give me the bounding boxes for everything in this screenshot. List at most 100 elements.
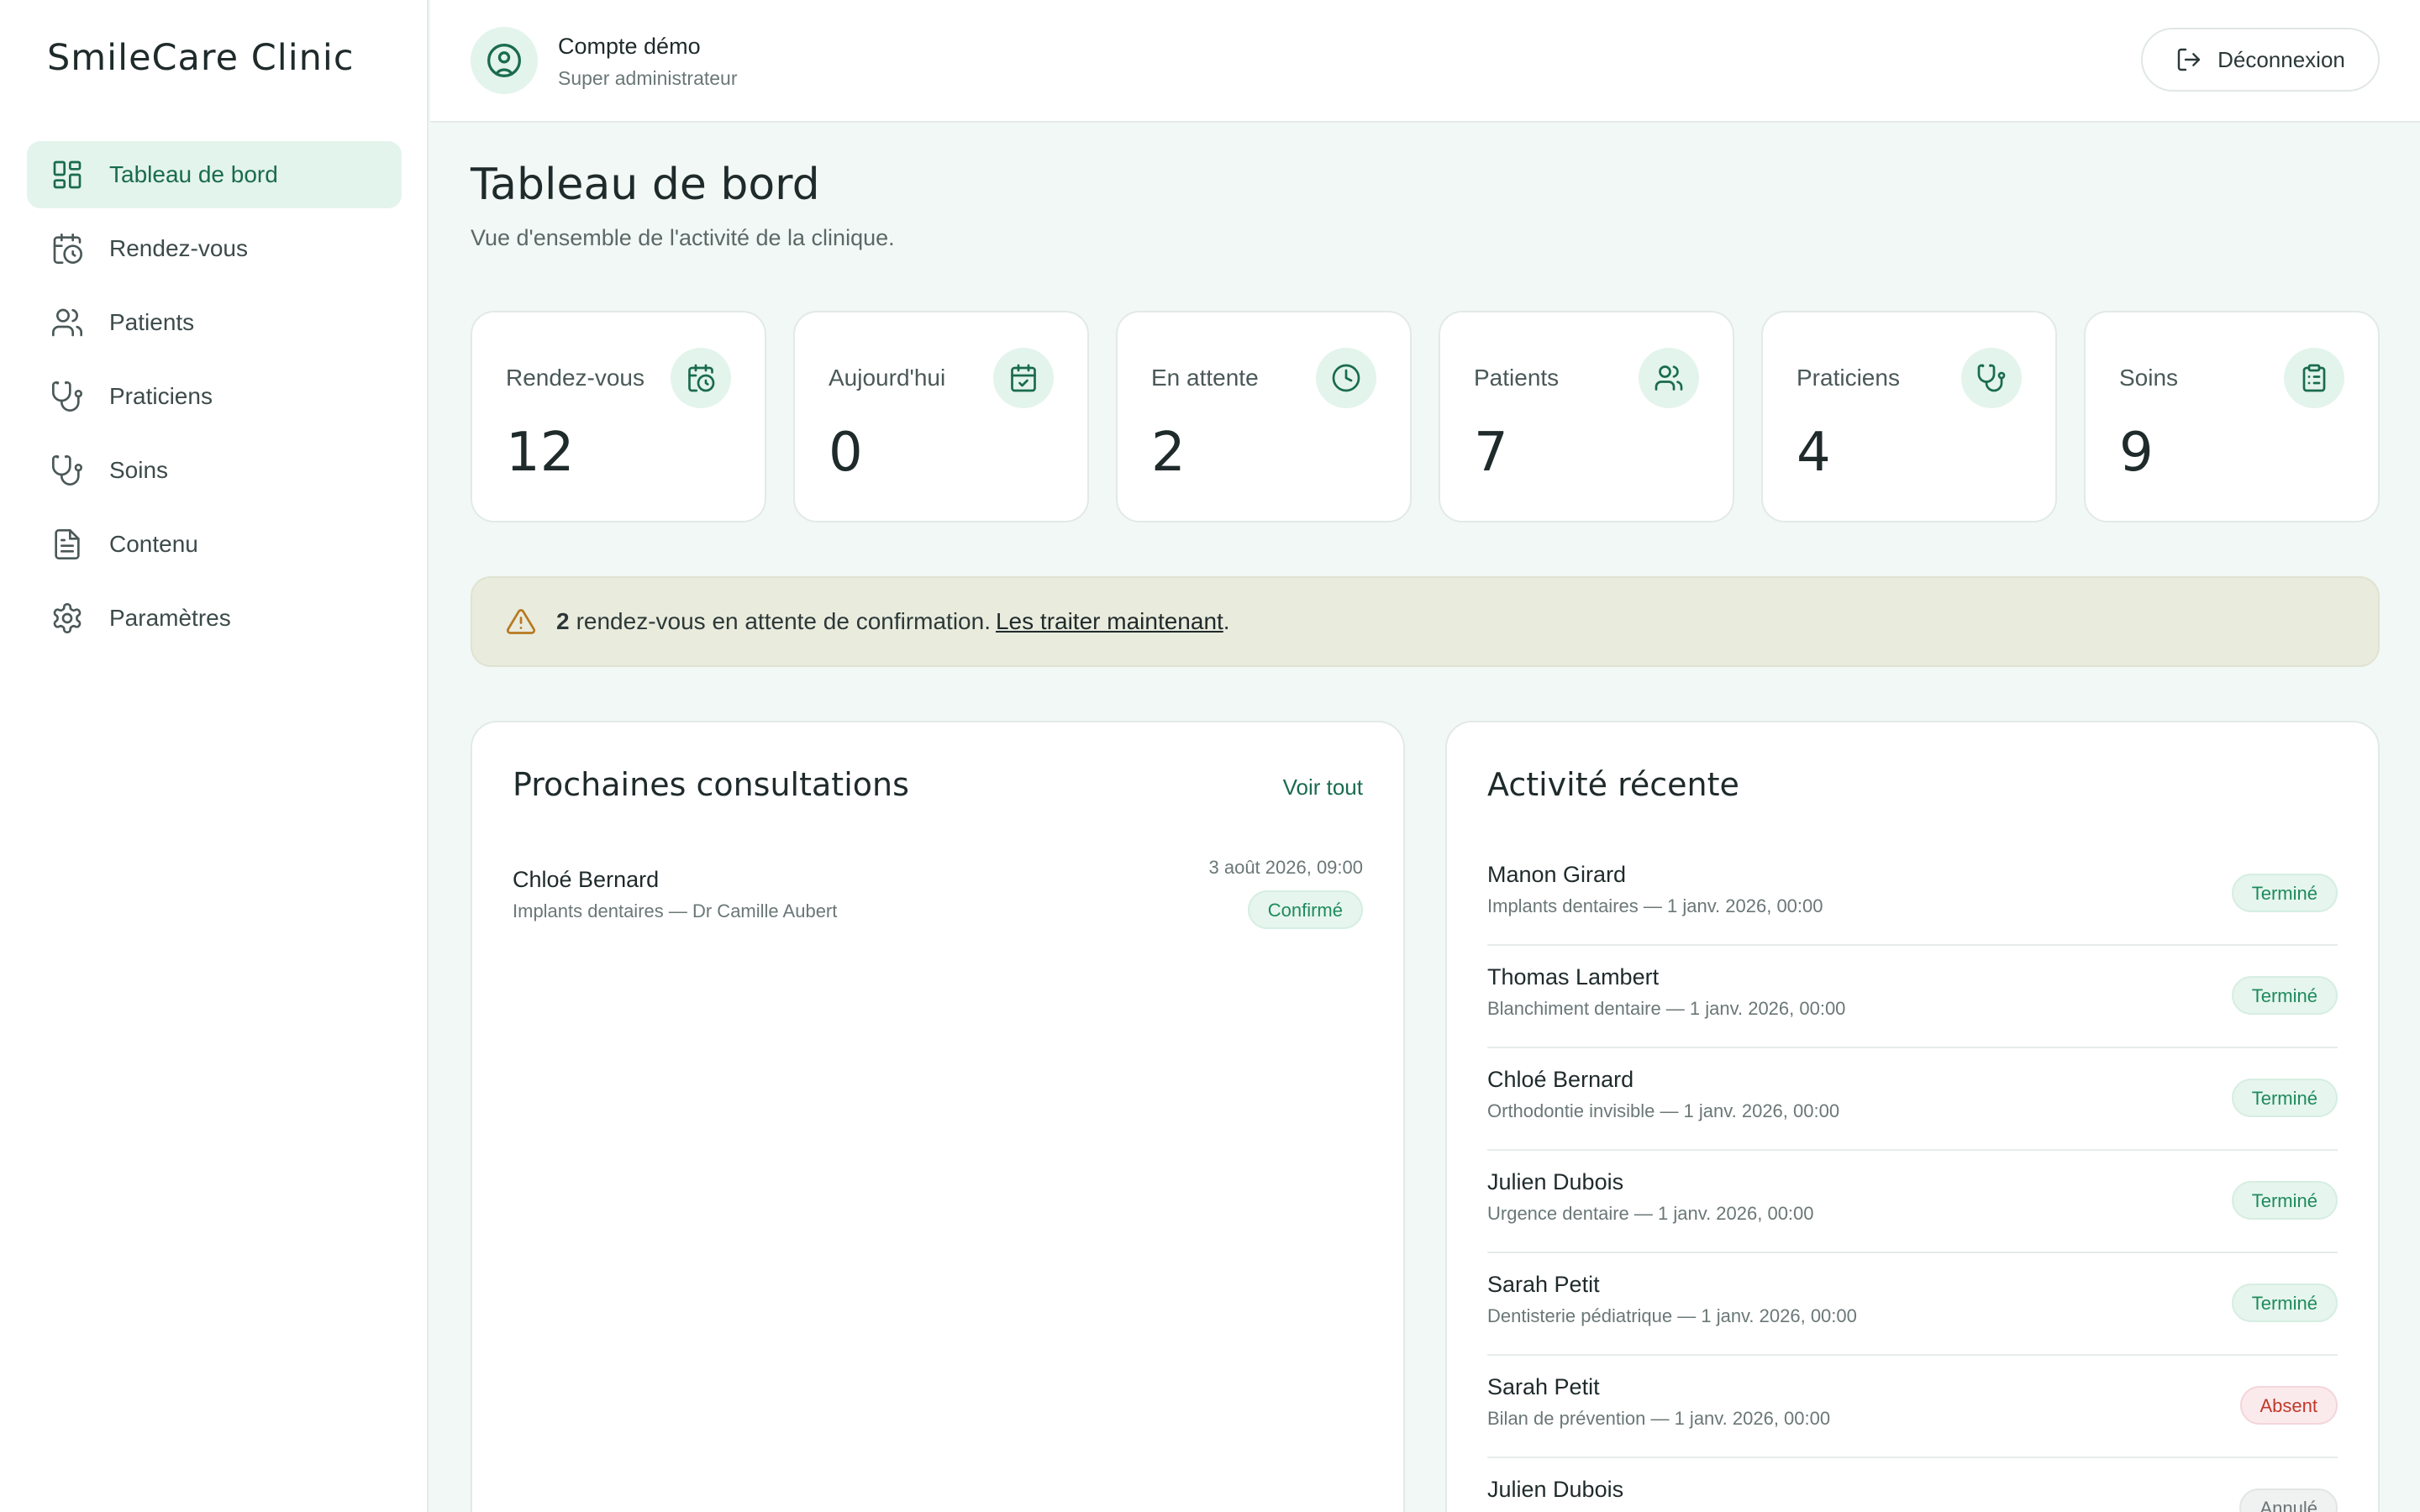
account-role: Super administrateur	[558, 67, 738, 89]
activity-list: Manon Girard Implants dentaires — 1 janv…	[1487, 843, 2338, 1512]
sidebar: SmileCare Clinic Tableau de bord Rendez-…	[0, 0, 429, 1512]
consultation-details: Implants dentaires — Dr Camille Aubert	[513, 900, 838, 921]
stat-label: Rendez-vous	[506, 365, 644, 391]
stat-value: 2	[1151, 422, 1186, 484]
logout-button[interactable]: Déconnexion	[2141, 28, 2380, 92]
calendar-clock-icon	[671, 348, 731, 408]
stat-card-treatments: Soins 9	[2084, 311, 2380, 522]
sidebar-item-label: Patients	[109, 309, 195, 335]
list-item[interactable]: Julien Dubois Annulé	[1487, 1458, 2338, 1512]
page-subtitle: Vue d'ensemble de l'activité de la clini…	[471, 225, 895, 250]
stethoscope-icon	[50, 380, 84, 413]
calendar-clock-icon	[50, 232, 84, 265]
stat-card-pending: En attente 2	[1116, 311, 1412, 522]
clipboard-icon	[2284, 348, 2344, 408]
activity-details: Urgence dentaire — 1 janv. 2026, 00:00	[1487, 1203, 1814, 1224]
stethoscope-icon	[1961, 348, 2022, 408]
list-item[interactable]: Julien Dubois Urgence dentaire — 1 janv.…	[1487, 1151, 2338, 1253]
dashboard-icon	[50, 158, 84, 192]
status-badge: Confirmé	[1247, 890, 1363, 929]
activity-details: Orthodontie invisible — 1 janv. 2026, 00…	[1487, 1100, 1840, 1121]
alert-count: 2	[556, 608, 570, 634]
patient-name: Sarah Petit	[1487, 1272, 1600, 1297]
alert-suffix: .	[1223, 608, 1230, 634]
sidebar-item-label: Soins	[109, 457, 169, 483]
sidebar-item-label: Rendez-vous	[109, 235, 248, 261]
list-item[interactable]: Sarah Petit Bilan de prévention — 1 janv…	[1487, 1356, 2338, 1458]
activity-details: Bilan de prévention — 1 janv. 2026, 00:0…	[1487, 1408, 1831, 1429]
status-badge: Annulé	[2239, 1488, 2338, 1512]
status-badge: Terminé	[2231, 1181, 2338, 1220]
sidebar-item-patients[interactable]: Patients	[27, 289, 402, 356]
stat-card-practitioners: Praticiens 4	[1761, 311, 2057, 522]
gear-icon	[50, 601, 84, 635]
patient-name: Chloé Bernard	[1487, 1067, 1634, 1092]
logout-icon	[2175, 46, 2202, 73]
sidebar-item-label: Paramètres	[109, 605, 231, 631]
users-icon	[50, 306, 84, 339]
sidebar-item-treatments[interactable]: Soins	[27, 437, 402, 504]
sidebar-item-content[interactable]: Contenu	[27, 511, 402, 578]
list-item[interactable]: Thomas Lambert Blanchiment dentaire — 1 …	[1487, 946, 2338, 1048]
calendar-check-icon	[993, 348, 1054, 408]
logout-label: Déconnexion	[2217, 46, 2345, 72]
clock-icon	[1316, 348, 1376, 408]
activity-details: Dentisterie pédiatrique — 1 janv. 2026, …	[1487, 1305, 1857, 1326]
list-item[interactable]: Manon Girard Implants dentaires — 1 janv…	[1487, 843, 2338, 946]
warning-icon	[506, 606, 536, 637]
patient-name: Thomas Lambert	[1487, 964, 1660, 990]
document-icon	[50, 528, 84, 561]
users-icon	[1639, 348, 1699, 408]
sidebar-item-settings[interactable]: Paramètres	[27, 585, 402, 652]
recent-activity-card: Activité récente Manon Girard Implants d…	[1445, 721, 2380, 1512]
upcoming-consultations-card: Prochaines consultations Voir tout Chloé…	[471, 721, 1405, 1512]
sidebar-item-label: Tableau de bord	[109, 161, 278, 187]
account-name: Compte démo	[558, 34, 701, 59]
status-badge: Terminé	[2231, 1079, 2338, 1117]
stat-card-today: Aujourd'hui 0	[793, 311, 1089, 522]
status-badge: Terminé	[2231, 976, 2338, 1015]
sidebar-item-practitioners[interactable]: Praticiens	[27, 363, 402, 430]
list-item[interactable]: Chloé Bernard Orthodontie invisible — 1 …	[1487, 1048, 2338, 1151]
see-all-link[interactable]: Voir tout	[1283, 774, 1363, 801]
sidebar-item-dashboard[interactable]: Tableau de bord	[27, 141, 402, 208]
patient-name: Manon Girard	[1487, 862, 1627, 887]
top-bar: Compte démo Super administrateur Déconne…	[430, 0, 2420, 123]
sidebar-item-appointments[interactable]: Rendez-vous	[27, 215, 402, 282]
sidebar-nav: Tableau de bord Rendez-vous Patients Pra…	[27, 141, 402, 659]
brand-logo-text[interactable]: SmileCare Clinic	[47, 37, 355, 79]
page-title: Tableau de bord	[471, 160, 820, 210]
patient-name: Julien Dubois	[1487, 1477, 1624, 1502]
sidebar-item-label: Praticiens	[109, 383, 213, 409]
stat-value: 9	[2119, 422, 2154, 484]
activity-details: Implants dentaires — 1 janv. 2026, 00:00	[1487, 895, 1823, 916]
stat-card-appointments: Rendez-vous 12	[471, 311, 766, 522]
stethoscope-icon	[50, 454, 84, 487]
patient-name: Sarah Petit	[1487, 1374, 1600, 1399]
stat-label: Patients	[1474, 365, 1560, 391]
stat-label: En attente	[1151, 365, 1259, 391]
list-item[interactable]: Sarah Petit Dentisterie pédiatrique — 1 …	[1487, 1253, 2338, 1356]
status-badge: Terminé	[2231, 874, 2338, 912]
alert-action-link[interactable]: Les traiter maintenant	[996, 608, 1223, 635]
stat-value: 7	[1474, 422, 1508, 484]
alert-text: rendez-vous en attente de confirmation.	[576, 608, 991, 634]
patient-name: Chloé Bernard	[513, 867, 660, 892]
card-title: Prochaines consultations	[513, 766, 909, 803]
pending-alert-banner: 2 rendez-vous en attente de confirmation…	[471, 576, 2380, 667]
list-item[interactable]: Chloé Bernard Implants dentaires — Dr Ca…	[513, 857, 1363, 941]
status-badge: Terminé	[2231, 1284, 2338, 1322]
stats-row: Rendez-vous 12 Aujourd'hui 0 En attente …	[471, 311, 2380, 522]
avatar[interactable]	[471, 27, 538, 94]
status-badge: Absent	[2239, 1386, 2338, 1425]
card-title: Activité récente	[1487, 766, 1739, 803]
stat-card-patients: Patients 7	[1439, 311, 1734, 522]
consultation-date: 3 août 2026, 09:00	[1208, 857, 1364, 878]
stat-label: Aujourd'hui	[829, 365, 946, 391]
stat-value: 4	[1797, 422, 1831, 484]
patient-name: Julien Dubois	[1487, 1169, 1624, 1194]
activity-details: Blanchiment dentaire — 1 janv. 2026, 00:…	[1487, 998, 1846, 1019]
stat-value: 12	[506, 422, 575, 484]
stat-value: 0	[829, 422, 863, 484]
stat-label: Praticiens	[1797, 365, 1900, 391]
